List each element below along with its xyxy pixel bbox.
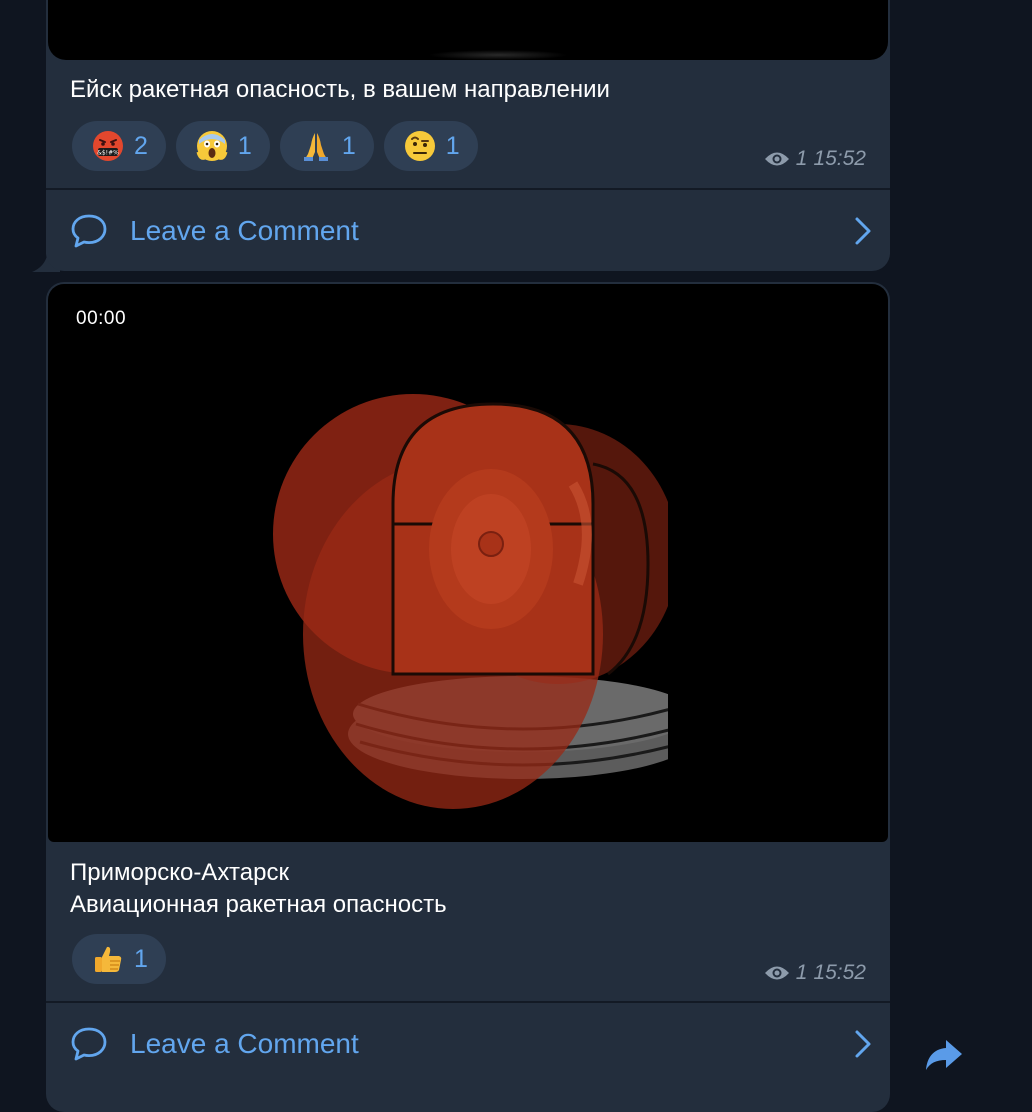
raised-eyebrow-face-emoji bbox=[404, 131, 435, 161]
message-feed: Ейск ракетная опасность, в вашем направл… bbox=[0, 0, 1032, 1112]
reactions-bar: &$!#% 2 1 1 1 bbox=[72, 121, 478, 171]
post-meta: 1 15:52 bbox=[764, 147, 866, 171]
reaction-count: 1 bbox=[341, 131, 356, 160]
caption-line-2: Авиационная ракетная опасность bbox=[70, 891, 447, 918]
post-video[interactable]: 00:00 bbox=[48, 284, 888, 842]
share-arrow-icon[interactable] bbox=[924, 1036, 964, 1072]
leave-comment-button[interactable]: Leave a Comment bbox=[46, 1003, 890, 1085]
chevron-right-icon bbox=[855, 1030, 871, 1058]
folded-hands-emoji bbox=[303, 133, 328, 161]
post-caption: Ейск ракетная опасность, в вашем направл… bbox=[70, 76, 610, 103]
reaction-count: 1 bbox=[237, 131, 252, 160]
post-meta: 1 15:52 bbox=[764, 961, 866, 985]
view-count: 1 bbox=[795, 961, 808, 984]
channel-post: Ейск ракетная опасность, в вашем направл… bbox=[46, 0, 890, 271]
caption-line-1: Приморско-Ахтарск bbox=[70, 859, 289, 886]
view-count: 1 bbox=[795, 147, 808, 170]
thumbs-up-emoji bbox=[95, 946, 122, 972]
post-time: 15:52 bbox=[813, 147, 866, 170]
reaction-thumbs-up[interactable]: 1 bbox=[72, 934, 166, 984]
post-time: 15:52 bbox=[813, 961, 866, 984]
comment-bubble-icon bbox=[71, 1027, 107, 1061]
angry-swearing-face-emoji: &$!#% bbox=[93, 131, 123, 161]
svg-text:&$!#%: &$!#% bbox=[97, 150, 119, 157]
screaming-face-emoji bbox=[196, 131, 228, 161]
reaction-count: 2 bbox=[134, 131, 148, 160]
video-timecode: 00:00 bbox=[76, 308, 127, 329]
reaction-count: 1 bbox=[445, 131, 460, 160]
comment-bubble-icon bbox=[71, 214, 107, 248]
post-media[interactable] bbox=[48, 0, 888, 60]
leave-comment-label: Leave a Comment bbox=[130, 1028, 359, 1059]
leave-comment-button[interactable]: Leave a Comment bbox=[46, 190, 890, 272]
channel-post: 00:00 Приморско-Ахтарск Авиационная раке… bbox=[46, 282, 890, 1112]
reaction-pray[interactable]: 1 bbox=[279, 121, 374, 171]
reaction-count: 1 bbox=[134, 944, 148, 973]
reaction-skeptical[interactable]: 1 bbox=[383, 121, 478, 171]
leave-comment-label: Leave a Comment bbox=[130, 215, 359, 246]
post-caption: Приморско-Ахтарск Авиационная ракетная о… bbox=[70, 857, 447, 921]
reaction-angry[interactable]: &$!#% 2 bbox=[72, 121, 166, 171]
eye-icon bbox=[764, 966, 789, 980]
reactions-bar: 1 bbox=[72, 934, 166, 984]
siren-image bbox=[273, 394, 668, 809]
reaction-screaming[interactable]: 1 bbox=[175, 121, 270, 171]
media-shadow bbox=[428, 50, 568, 60]
chevron-right-icon bbox=[855, 217, 871, 245]
eye-icon bbox=[764, 152, 789, 166]
